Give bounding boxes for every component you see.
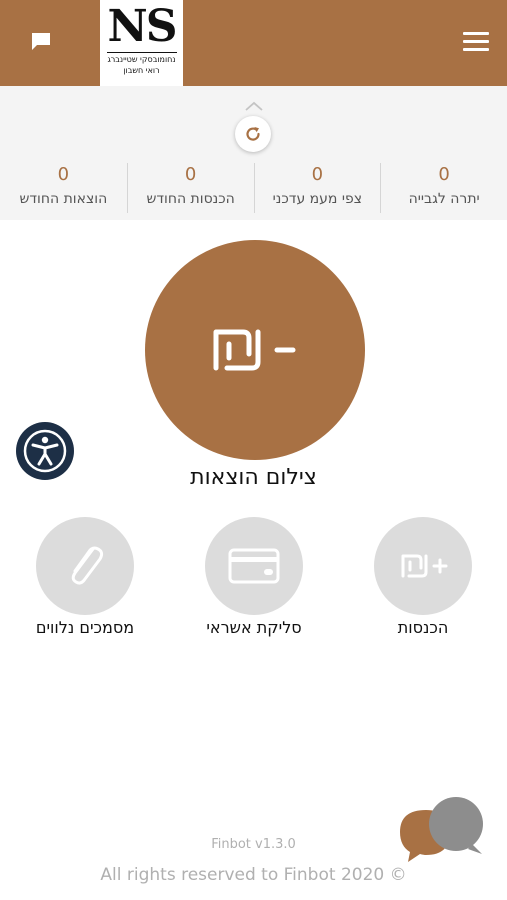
documents-circle xyxy=(36,517,134,615)
stat-balance-to-collect: 0 יתרה לגבייה xyxy=(380,163,507,213)
stat-value: 0 xyxy=(57,164,70,185)
stat-value: 0 xyxy=(184,164,197,185)
credit-clearing-button[interactable]: סליקת אשראי xyxy=(174,517,334,639)
income-button[interactable]: הכנסות xyxy=(343,517,503,639)
top-bar: NS נחומובסקי שטיינברג רואי חשבון xyxy=(0,0,507,86)
hamburger-menu-icon[interactable] xyxy=(463,32,489,54)
copyright-text: All rights reserved to Finbot 2020 © xyxy=(100,865,407,885)
stat-label: הכנסות החודש xyxy=(146,191,235,207)
credit-card-icon xyxy=(228,548,280,584)
chat-icon[interactable] xyxy=(30,30,52,52)
minus-shekel-icon xyxy=(213,329,296,371)
documents-button[interactable]: מסמכים נלווים xyxy=(5,517,165,639)
stat-value: 0 xyxy=(311,164,324,185)
logo-mark: NS xyxy=(107,1,178,52)
documents-label: מסמכים נלווים xyxy=(35,618,135,637)
income-label: הכנסות xyxy=(397,618,449,637)
stat-label: צפי מעמ עדכני xyxy=(272,191,363,207)
chat-bubbles-icon xyxy=(400,797,483,862)
stats-row: 0 יתרה לגבייה 0 צפי מעמ עדכני 0 הכנסות ה… xyxy=(0,163,507,213)
stat-vat-forecast: 0 צפי מעמ עדכני xyxy=(253,163,381,213)
chat-widget-button[interactable] xyxy=(396,794,486,866)
stat-monthly-expenses: 0 הוצאות החודש xyxy=(0,163,127,213)
credit-clearing-circle xyxy=(205,517,303,615)
stat-label: יתרה לגבייה xyxy=(408,191,480,207)
credit-clearing-label: סליקת אשראי xyxy=(206,618,302,637)
chevron-up-icon[interactable] xyxy=(245,96,263,111)
stat-value: 0 xyxy=(438,164,450,185)
income-circle xyxy=(374,517,472,615)
logo-firm-subtitle: רואי חשבון xyxy=(123,66,160,75)
accessibility-button[interactable] xyxy=(16,422,74,480)
capture-expenses-button[interactable] xyxy=(145,240,365,460)
stat-monthly-income: 0 הכנסות החודש xyxy=(126,163,254,213)
stat-label: הוצאות החודש xyxy=(19,191,108,207)
plus-shekel-icon xyxy=(401,554,448,578)
paperclip-icon xyxy=(71,546,104,585)
logo: NS נחומובסקי שטיינברג רואי חשבון xyxy=(100,0,183,86)
refresh-button[interactable] xyxy=(235,116,271,152)
logo-firm-name: נחומובסקי שטיינברג xyxy=(107,55,176,64)
accessibility-icon xyxy=(23,429,67,473)
capture-expenses-label: צילום הוצאות xyxy=(190,465,317,490)
refresh-icon xyxy=(246,127,260,141)
